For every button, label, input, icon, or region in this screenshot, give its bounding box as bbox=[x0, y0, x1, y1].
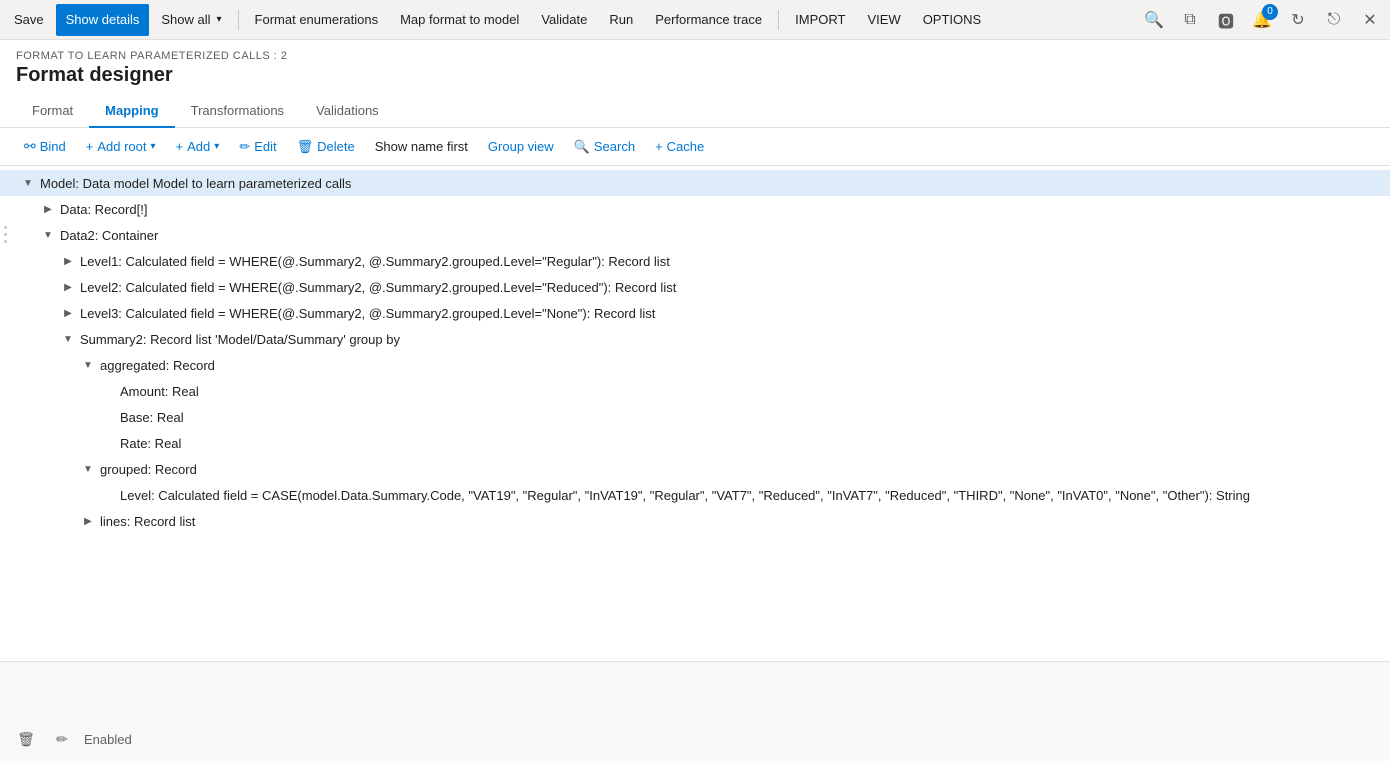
map-format-button[interactable]: Map format to model bbox=[390, 4, 529, 36]
tree-row[interactable]: ▼ grouped: Record bbox=[0, 456, 1390, 482]
bottom-actions: 🗑 ✏ Enabled bbox=[12, 725, 1378, 753]
add-icon: + bbox=[176, 139, 184, 154]
expand-icon-grouped[interactable]: ▼ bbox=[80, 461, 96, 477]
expand-icon-aggregated[interactable]: ▼ bbox=[80, 357, 96, 373]
add-root-chevron-icon: ▾ bbox=[151, 141, 156, 152]
tree-row[interactable]: ▶ Rate: Real bbox=[0, 430, 1390, 456]
tab-transformations[interactable]: Transformations bbox=[175, 95, 300, 128]
validate-button[interactable]: Validate bbox=[531, 4, 597, 36]
tree-row[interactable]: ▶ Data: Record[!] bbox=[0, 196, 1390, 222]
expand-icon-level3[interactable]: ▶ bbox=[60, 305, 76, 321]
tree-row[interactable]: ▶ Base: Real bbox=[0, 404, 1390, 430]
options-button[interactable]: OPTIONS bbox=[913, 4, 992, 36]
show-all-button[interactable]: Show all ▾ bbox=[151, 4, 231, 36]
add-button[interactable]: + Add ▾ bbox=[168, 135, 228, 158]
save-button[interactable]: Save bbox=[4, 4, 54, 36]
tree-row[interactable]: ▶ Level3: Calculated field = WHERE(@.Sum… bbox=[0, 300, 1390, 326]
show-details-button[interactable]: Show details bbox=[56, 4, 150, 36]
tree-row[interactable]: ▶ lines: Record list bbox=[0, 508, 1390, 534]
show-all-chevron-icon: ▾ bbox=[217, 14, 222, 25]
main-content: FORMAT TO LEARN PARAMETERIZED CALLS : 2 … bbox=[0, 40, 1390, 761]
expand-icon-data2[interactable]: ▼ bbox=[40, 227, 56, 243]
toolbar-right: 🔍 ⧉ 🅾 🔔 0 ↻ ⎋ ✕ bbox=[1138, 4, 1386, 36]
page-title: Format designer bbox=[16, 64, 1374, 87]
edit-icon: ✏ bbox=[239, 139, 250, 155]
page-label: FORMAT TO LEARN PARAMETERIZED CALLS : 2 bbox=[16, 50, 1374, 62]
expand-icon-level2[interactable]: ▶ bbox=[60, 279, 76, 295]
tree-area: ▼ Model: Data model Model to learn param… bbox=[0, 166, 1390, 661]
notification-badge: 🔔 0 bbox=[1246, 4, 1278, 36]
tree-row[interactable]: ▶ Level1: Calculated field = WHERE(@.Sum… bbox=[0, 248, 1390, 274]
tabs-bar: Format Mapping Transformations Validatio… bbox=[0, 95, 1390, 128]
delete-button[interactable]: 🗑 Delete bbox=[289, 135, 363, 159]
bottom-panel: 🗑 ✏ Enabled bbox=[0, 661, 1390, 761]
search-toolbar-icon[interactable]: 🔍 bbox=[1138, 4, 1170, 36]
tree-row[interactable]: ▼ aggregated: Record bbox=[0, 352, 1390, 378]
performance-trace-button[interactable]: Performance trace bbox=[645, 4, 772, 36]
open-new-window-icon[interactable]: ⎋ bbox=[1318, 4, 1350, 36]
secondary-toolbar: ⚯ Bind + Add root ▾ + Add ▾ ✏ Edit 🗑 Del… bbox=[0, 128, 1390, 166]
tab-validations[interactable]: Validations bbox=[300, 95, 395, 128]
tree-row[interactable]: ▶ Amount: Real bbox=[0, 378, 1390, 404]
bottom-edit-button[interactable]: ✏ bbox=[48, 725, 76, 753]
view-button[interactable]: VIEW bbox=[857, 4, 910, 36]
search-icon: 🔍 bbox=[574, 139, 590, 155]
refresh-icon[interactable]: ↻ bbox=[1282, 4, 1314, 36]
delete-icon: 🗑 bbox=[297, 139, 314, 155]
tree-row[interactable]: ▶ Level: Calculated field = CASE(model.D… bbox=[0, 482, 1390, 508]
expand-icon-level1[interactable]: ▶ bbox=[60, 253, 76, 269]
search-button[interactable]: 🔍 Search bbox=[566, 135, 643, 159]
tree-row[interactable]: ▼ Model: Data model Model to learn param… bbox=[0, 170, 1390, 196]
office-icon[interactable]: 🅾 bbox=[1210, 4, 1242, 36]
tab-format[interactable]: Format bbox=[16, 95, 89, 128]
add-root-icon: + bbox=[86, 139, 94, 154]
expand-icon-lines[interactable]: ▶ bbox=[80, 513, 96, 529]
expand-icon-data[interactable]: ▶ bbox=[40, 201, 56, 217]
expand-icon-root[interactable]: ▼ bbox=[20, 175, 36, 191]
tree-row[interactable]: ▼ Data2: Container bbox=[0, 222, 1390, 248]
import-button[interactable]: IMPORT bbox=[785, 4, 855, 36]
toolbar-separator-2 bbox=[778, 10, 779, 30]
expand-icon-summary2[interactable]: ▼ bbox=[60, 331, 76, 347]
format-enumerations-button[interactable]: Format enumerations bbox=[245, 4, 389, 36]
close-icon[interactable]: ✕ bbox=[1354, 4, 1386, 36]
vertical-dots bbox=[4, 226, 7, 243]
bind-button[interactable]: ⚯ Bind bbox=[16, 134, 74, 159]
toolbar-separator-1 bbox=[238, 10, 239, 30]
bottom-delete-button[interactable]: 🗑 bbox=[12, 725, 40, 753]
cache-icon: + bbox=[655, 139, 663, 154]
tree-row[interactable]: ▼ Summary2: Record list 'Model/Data/Summ… bbox=[0, 326, 1390, 352]
plugin-icon[interactable]: ⧉ bbox=[1174, 4, 1206, 36]
edit-button[interactable]: ✏ Edit bbox=[231, 135, 284, 159]
tree-row[interactable]: ▶ Level2: Calculated field = WHERE(@.Sum… bbox=[0, 274, 1390, 300]
cache-button[interactable]: + Cache bbox=[647, 135, 712, 158]
top-toolbar: Save Show details Show all ▾ Format enum… bbox=[0, 0, 1390, 40]
status-label: Enabled bbox=[84, 732, 132, 747]
show-name-first-button[interactable]: Show name first bbox=[367, 135, 476, 158]
add-root-button[interactable]: + Add root ▾ bbox=[78, 135, 164, 158]
group-view-button[interactable]: Group view bbox=[480, 135, 562, 158]
page-header: FORMAT TO LEARN PARAMETERIZED CALLS : 2 … bbox=[0, 40, 1390, 95]
add-chevron-icon: ▾ bbox=[214, 141, 219, 152]
tab-mapping[interactable]: Mapping bbox=[89, 95, 174, 128]
badge-count: 0 bbox=[1262, 4, 1278, 20]
bind-icon: ⚯ bbox=[24, 138, 36, 155]
run-button[interactable]: Run bbox=[599, 4, 643, 36]
